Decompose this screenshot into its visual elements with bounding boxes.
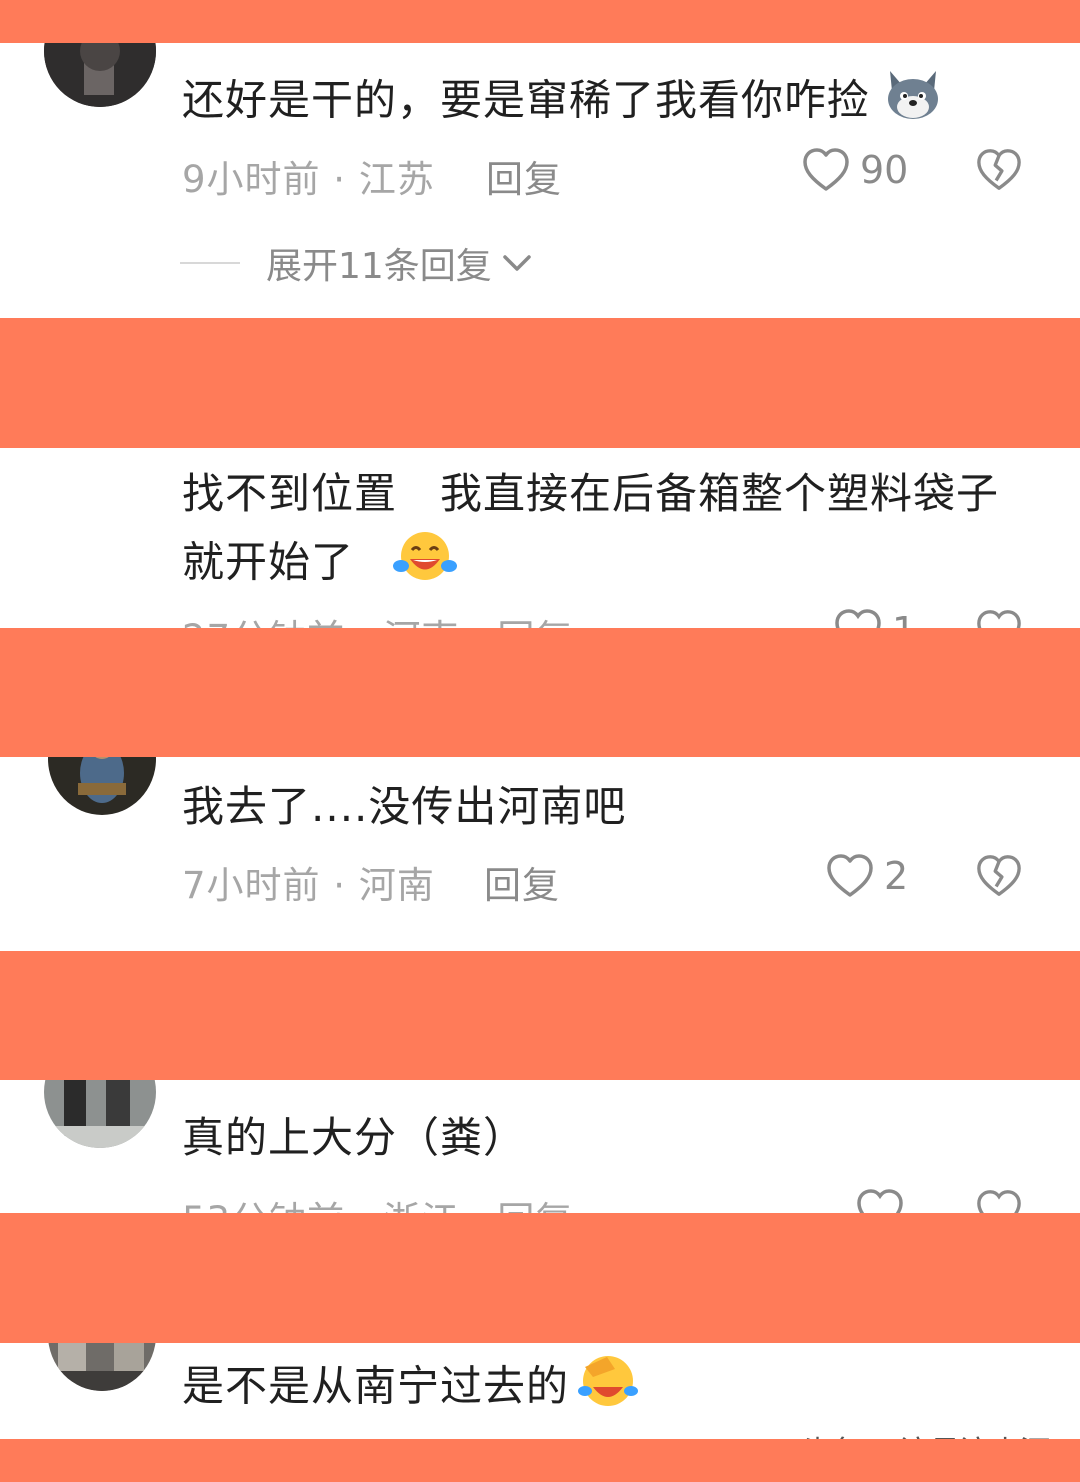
comment-1: 还好是干的，要是窜稀了我看你咋捡 9小时前 · 江苏 回复 90 展开11条回复 <box>0 43 1080 318</box>
comment-text-line-1: 找不到位置 我直接在后备箱整个塑料袋子 <box>182 469 1000 518</box>
comment-4: 真的上大分（粪） 53分钟前 · 浙江 回复 <box>0 1080 1080 1213</box>
heart-icon <box>827 854 873 897</box>
comment-text: 是不是从南宁过去的 <box>182 1351 639 1427</box>
dislike-button[interactable] <box>976 1188 1022 1213</box>
divider <box>180 262 240 264</box>
redaction-band <box>0 318 1080 448</box>
like-count: 2 <box>884 854 909 898</box>
reply-button[interactable]: 回复 <box>484 855 560 909</box>
comment-meta-partial: 27分钟前 · 河南 回复 <box>182 608 573 628</box>
watermark: 头条 @滚贝滚小河 <box>800 1427 1050 1439</box>
avatar[interactable] <box>48 1343 156 1391</box>
comment-meta: 9小时前 · 江苏 <box>182 158 435 201</box>
dislike-button[interactable] <box>976 853 1022 899</box>
comment-5: 是不是从南宁过去的 头条 @滚贝滚小河 <box>0 1343 1080 1439</box>
like-button[interactable]: 2 <box>826 853 908 899</box>
heart-icon <box>803 148 849 191</box>
chevron-down-icon <box>503 255 531 271</box>
comment-text: 还好是干的，要是窜稀了我看你咋捡 <box>182 67 942 139</box>
comment-text: 真的上大分（粪） <box>182 1113 527 1162</box>
like-button[interactable]: 90 <box>802 147 908 193</box>
heart-icon <box>835 609 881 628</box>
expand-replies-partial[interactable]: 展开2条回复 <box>266 941 469 951</box>
comment-2: 找不到位置 我直接在后备箱整个塑料袋子 就开始了 27分钟前 · 河南 回复 1 <box>0 448 1080 628</box>
expand-label: 展开11条回复 <box>266 246 492 287</box>
like-button[interactable]: 1 <box>834 608 916 628</box>
expand-label: 展开2条回复 <box>266 941 469 951</box>
redaction-band <box>0 951 1080 1080</box>
reply-button[interactable]: 回复 <box>486 149 562 203</box>
comment-meta-partial: 53分钟前 · 浙江 回复 <box>182 1190 573 1213</box>
broken-heart-icon <box>977 610 1021 628</box>
laughing-tears-emoji <box>392 528 458 602</box>
dislike-button[interactable] <box>976 608 1022 628</box>
face-palm-laugh-emoji <box>577 1351 639 1427</box>
like-button[interactable] <box>856 1188 904 1213</box>
comment-meta: 7小时前 · 河南 <box>182 864 435 907</box>
broken-heart-icon <box>977 1190 1021 1213</box>
broken-heart-icon <box>977 149 1021 190</box>
like-count: 1 <box>892 609 916 628</box>
avatar[interactable] <box>48 757 156 815</box>
heart-icon <box>857 1189 903 1213</box>
dislike-button[interactable] <box>976 147 1022 193</box>
redaction-band <box>0 1439 1080 1482</box>
comment-text: 我去了....没传出河南吧 <box>182 782 627 831</box>
redaction-band <box>0 628 1080 757</box>
expand-replies[interactable]: 展开11条回复 <box>180 237 532 289</box>
wolf-face-emoji <box>884 67 942 139</box>
comment-text-line-2: 就开始了 <box>182 528 458 602</box>
comment-3: 我去了....没传出河南吧 7小时前 · 河南 回复 2 展开2条回复 <box>0 757 1080 951</box>
avatar[interactable] <box>44 1080 156 1148</box>
like-count: 90 <box>860 148 909 192</box>
avatar[interactable] <box>44 43 156 107</box>
redaction-band <box>0 0 1080 43</box>
redaction-band <box>0 1213 1080 1343</box>
broken-heart-icon <box>977 855 1021 896</box>
